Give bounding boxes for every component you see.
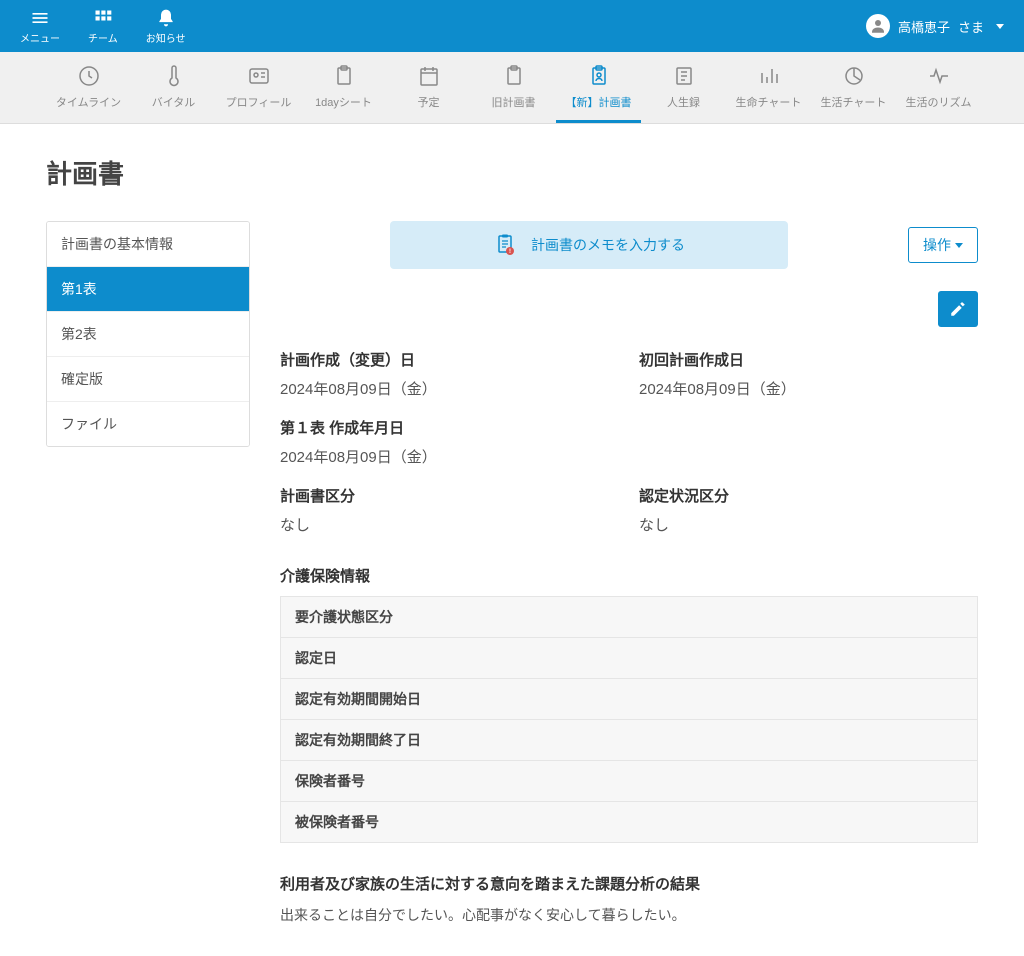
notifications-button[interactable]: お知らせ: [146, 8, 186, 45]
field-table1-date: 第１表 作成年月日 2024年08月09日（金）: [280, 417, 978, 467]
tab-life-chart-label: 生命チャート: [736, 94, 802, 110]
team-label: チーム: [88, 30, 118, 45]
tab-schedule-label: 予定: [418, 94, 440, 110]
tab-profile[interactable]: プロフィール: [216, 52, 301, 123]
memo-banner[interactable]: ! 計画書のメモを入力する: [390, 221, 788, 269]
user-menu[interactable]: 高橋恵子 さま: [866, 14, 1004, 38]
menu-button[interactable]: メニュー: [20, 8, 60, 45]
tab-timeline-label: タイムライン: [56, 94, 121, 110]
insurance-row: 認定有効期間開始日: [281, 679, 977, 720]
action-button[interactable]: 操作: [908, 227, 978, 263]
tab-living-chart-label: 生活チャート: [821, 94, 887, 110]
chevron-down-icon: [955, 243, 963, 248]
tab-old-plan-label: 旧計画書: [492, 94, 536, 110]
analysis-section: 利用者及び家族の生活に対する意向を踏まえた課題分析の結果 出来ることは自分でした…: [280, 873, 978, 926]
clipboard-icon: [332, 64, 356, 88]
analysis-text: 出来ることは自分でしたい。心配事がなく安心して暮らしたい。: [280, 904, 978, 926]
field-label: 認定状況区分: [639, 485, 978, 506]
user-suffix: さま: [958, 17, 984, 36]
clipboard-old-icon: [502, 64, 526, 88]
field-label: 初回計画作成日: [639, 349, 978, 370]
analysis-title: 利用者及び家族の生活に対する意向を踏まえた課題分析の結果: [280, 873, 978, 894]
side-tab-basic[interactable]: 計画書の基本情報: [47, 222, 249, 267]
tab-vital-label: バイタル: [152, 94, 196, 110]
field-label: 計画書区分: [280, 485, 619, 506]
page-title: 計画書: [46, 154, 978, 191]
memo-banner-text: 計画書のメモを入力する: [531, 235, 685, 255]
insurance-table: 要介護状態区分 認定日 認定有効期間開始日 認定有効期間終了日 保険者番号 被保…: [280, 596, 978, 843]
insurance-row: 認定有効期間終了日: [281, 720, 977, 761]
field-first-plan: 初回計画作成日 2024年08月09日（金）: [639, 349, 978, 399]
tab-rhythm[interactable]: 生活のリズム: [896, 52, 981, 123]
insurance-row: 要介護状態区分: [281, 597, 977, 638]
tab-new-plan[interactable]: 【新】計画書: [556, 52, 641, 123]
tab-oneday-label: 1dayシート: [315, 94, 372, 110]
chevron-down-icon: [996, 24, 1004, 29]
content-top-row: ! 計画書のメモを入力する 操作: [280, 221, 978, 269]
insurance-row: 被保険者番号: [281, 802, 977, 842]
tab-timeline[interactable]: タイムライン: [46, 52, 131, 123]
menu-icon: [30, 8, 50, 28]
tab-old-plan[interactable]: 旧計画書: [471, 52, 556, 123]
user-name: 高橋恵子: [898, 17, 950, 36]
tab-life-record[interactable]: 人生録: [641, 52, 726, 123]
insurance-title: 介護保険情報: [280, 565, 978, 586]
tab-life-chart[interactable]: 生命チャート: [726, 52, 811, 123]
bar-chart-icon: [757, 64, 781, 88]
edit-button-row: [280, 291, 978, 327]
tab-life-record-label: 人生録: [667, 94, 700, 110]
tab-new-plan-label: 【新】計画書: [566, 94, 632, 110]
side-tab-table1[interactable]: 第1表: [47, 267, 249, 312]
content-area: ! 計画書のメモを入力する 操作 計画作成（変更）日 2024年08月0: [280, 221, 978, 926]
field-label: 計画作成（変更）日: [280, 349, 619, 370]
id-card-icon: [247, 64, 271, 88]
book-icon: [672, 64, 696, 88]
memo-icon: !: [493, 233, 517, 257]
field-value: 2024年08月09日（金）: [639, 378, 978, 399]
clipboard-user-icon: [587, 64, 611, 88]
pie-chart-icon: [842, 64, 866, 88]
tab-vital[interactable]: バイタル: [131, 52, 216, 123]
page-body: 計画書 計画書の基本情報 第1表 第2表 確定版 ファイル !: [0, 124, 1024, 956]
field-plan-category: 計画書区分 なし: [280, 485, 619, 535]
notifications-label: お知らせ: [146, 30, 186, 45]
pencil-icon: [949, 300, 967, 318]
user-icon: [869, 17, 887, 35]
tab-schedule[interactable]: 予定: [386, 52, 471, 123]
insurance-row: 認定日: [281, 638, 977, 679]
action-button-label: 操作: [923, 235, 951, 255]
thermometer-icon: [162, 64, 186, 88]
field-label: 第１表 作成年月日: [280, 417, 978, 438]
main-layout: 計画書の基本情報 第1表 第2表 確定版 ファイル ! 計画書のメモを入力する: [46, 221, 978, 926]
avatar: [866, 14, 890, 38]
side-tabs: 計画書の基本情報 第1表 第2表 確定版 ファイル: [46, 221, 250, 447]
field-value: なし: [639, 514, 978, 535]
tab-rhythm-label: 生活のリズム: [906, 94, 972, 110]
top-header: メニュー チーム お知らせ 高橋恵子 さま: [0, 0, 1024, 52]
heartbeat-icon: [927, 64, 951, 88]
field-value: 2024年08月09日（金）: [280, 446, 978, 467]
svg-text:!: !: [509, 249, 511, 255]
grid-icon: [93, 8, 113, 28]
side-tab-confirmed[interactable]: 確定版: [47, 357, 249, 402]
side-tab-file[interactable]: ファイル: [47, 402, 249, 446]
field-value: 2024年08月09日（金）: [280, 378, 619, 399]
field-cert-status: 認定状況区分 なし: [639, 485, 978, 535]
bell-icon: [156, 8, 176, 28]
calendar-icon: [417, 64, 441, 88]
side-tab-table2[interactable]: 第2表: [47, 312, 249, 357]
tab-profile-label: プロフィール: [226, 94, 292, 110]
insurance-row: 保険者番号: [281, 761, 977, 802]
tab-living-chart[interactable]: 生活チャート: [811, 52, 896, 123]
team-button[interactable]: チーム: [88, 8, 118, 45]
header-left-group: メニュー チーム お知らせ: [20, 8, 186, 45]
clock-icon: [77, 64, 101, 88]
sub-nav: タイムライン バイタル プロフィール 1dayシート 予定 旧計画書 【新】計画…: [0, 52, 1024, 124]
field-grid: 計画作成（変更）日 2024年08月09日（金） 初回計画作成日 2024年08…: [280, 349, 978, 535]
field-value: なし: [280, 514, 619, 535]
edit-button[interactable]: [938, 291, 978, 327]
field-plan-date: 計画作成（変更）日 2024年08月09日（金）: [280, 349, 619, 399]
tab-oneday[interactable]: 1dayシート: [301, 52, 386, 123]
menu-label: メニュー: [20, 30, 60, 45]
